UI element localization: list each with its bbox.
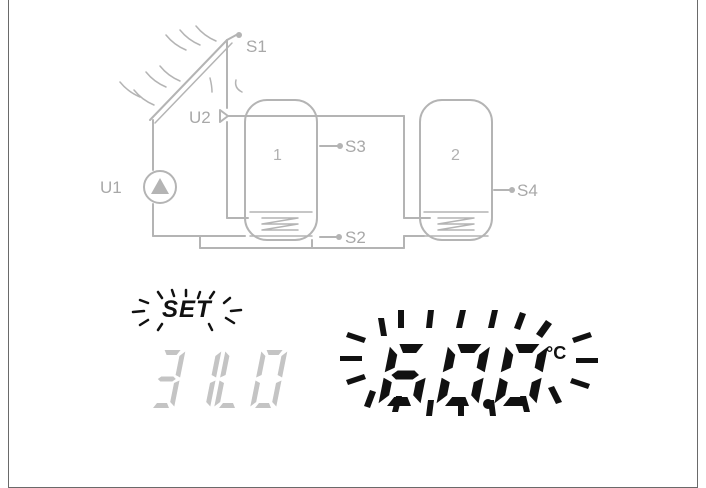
controller-display: S1 U2 S3 U1 S4 S2 1 2 SET °C <box>0 0 706 488</box>
value-blink-rays <box>340 310 598 416</box>
